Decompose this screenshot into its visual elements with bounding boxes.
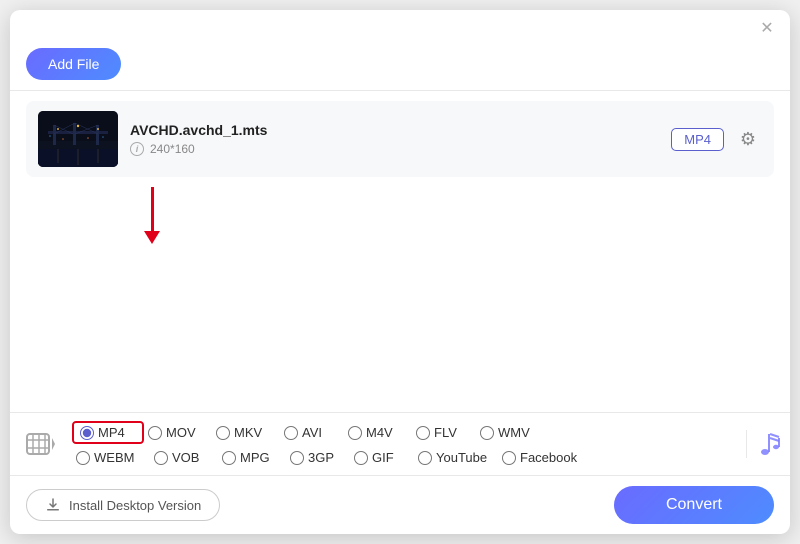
format-mkv-label: MKV: [234, 425, 262, 440]
file-thumbnail: [38, 111, 118, 167]
radio-flv[interactable]: [416, 426, 430, 440]
format-vob-label: VOB: [172, 450, 199, 465]
format-m4v[interactable]: M4V: [344, 423, 412, 442]
arrow-area: [26, 187, 774, 244]
format-avi[interactable]: AVI: [280, 423, 344, 442]
format-wmv-label: WMV: [498, 425, 530, 440]
format-flv-label: FLV: [434, 425, 457, 440]
download-icon: [45, 497, 61, 513]
file-list: AVCHD.avchd_1.mts i 240*160 MP4 ⚙: [10, 91, 790, 412]
format-mpg-label: MPG: [240, 450, 270, 465]
format-gif-label: GIF: [372, 450, 394, 465]
info-icon: i: [130, 142, 144, 156]
format-flv[interactable]: FLV: [412, 423, 476, 442]
format-avi-label: AVI: [302, 425, 322, 440]
format-facebook-label: Facebook: [520, 450, 577, 465]
audio-format-icon[interactable]: [746, 430, 790, 458]
format-badge[interactable]: MP4: [671, 128, 724, 151]
file-actions: MP4 ⚙: [671, 125, 762, 153]
format-youtube-label: YouTube: [436, 450, 487, 465]
main-window: ✕ Add File: [10, 10, 790, 534]
format-3gp-label: 3GP: [308, 450, 334, 465]
file-resolution: 240*160: [150, 142, 195, 156]
format-mkv[interactable]: MKV: [212, 423, 280, 442]
format-webm[interactable]: WEBM: [72, 448, 150, 467]
install-label: Install Desktop Version: [69, 498, 201, 513]
radio-facebook[interactable]: [502, 451, 516, 465]
title-bar: ✕: [10, 10, 790, 44]
format-mpg[interactable]: MPG: [218, 448, 286, 467]
format-mov-label: MOV: [166, 425, 196, 440]
file-name: AVCHD.avchd_1.mts: [130, 122, 659, 138]
toolbar: Add File: [10, 44, 790, 90]
radio-youtube[interactable]: [418, 451, 432, 465]
format-3gp[interactable]: 3GP: [286, 448, 350, 467]
arrow-shaft: [151, 187, 154, 231]
radio-mp4[interactable]: [80, 426, 94, 440]
red-arrow: [144, 187, 160, 244]
radio-vob[interactable]: [154, 451, 168, 465]
close-icon: ✕: [760, 21, 773, 37]
format-panel: MP4 MOV MKV AVI M4V: [10, 412, 790, 475]
settings-button[interactable]: ⚙: [734, 125, 762, 153]
add-file-button[interactable]: Add File: [26, 48, 121, 80]
radio-webm[interactable]: [76, 451, 90, 465]
format-vob[interactable]: VOB: [150, 448, 218, 467]
convert-button[interactable]: Convert: [614, 486, 774, 524]
radio-m4v[interactable]: [348, 426, 362, 440]
bottom-bar: Install Desktop Version Convert: [10, 475, 790, 534]
format-row-2: WEBM VOB MPG 3GP GIF: [72, 448, 742, 467]
format-mp4[interactable]: MP4: [72, 421, 144, 444]
file-info: AVCHD.avchd_1.mts i 240*160: [130, 122, 659, 156]
file-meta: i 240*160: [130, 142, 659, 156]
format-mp4-label: MP4: [98, 425, 125, 440]
arrow-head: [144, 231, 160, 244]
format-options: MP4 MOV MKV AVI M4V: [72, 421, 742, 467]
close-button[interactable]: ✕: [758, 20, 776, 38]
format-gif[interactable]: GIF: [350, 448, 414, 467]
radio-mpg[interactable]: [222, 451, 236, 465]
radio-gif[interactable]: [354, 451, 368, 465]
format-wmv[interactable]: WMV: [476, 423, 544, 442]
file-item: AVCHD.avchd_1.mts i 240*160 MP4 ⚙: [26, 101, 774, 177]
video-format-icon[interactable]: [16, 428, 66, 460]
radio-wmv[interactable]: [480, 426, 494, 440]
radio-3gp[interactable]: [290, 451, 304, 465]
install-desktop-button[interactable]: Install Desktop Version: [26, 489, 220, 521]
format-facebook[interactable]: Facebook: [498, 448, 582, 467]
radio-mkv[interactable]: [216, 426, 230, 440]
format-webm-label: WEBM: [94, 450, 134, 465]
radio-mov[interactable]: [148, 426, 162, 440]
radio-avi[interactable]: [284, 426, 298, 440]
format-youtube[interactable]: YouTube: [414, 448, 498, 467]
format-mov[interactable]: MOV: [144, 423, 212, 442]
format-row-1: MP4 MOV MKV AVI M4V: [72, 421, 742, 444]
format-m4v-label: M4V: [366, 425, 393, 440]
